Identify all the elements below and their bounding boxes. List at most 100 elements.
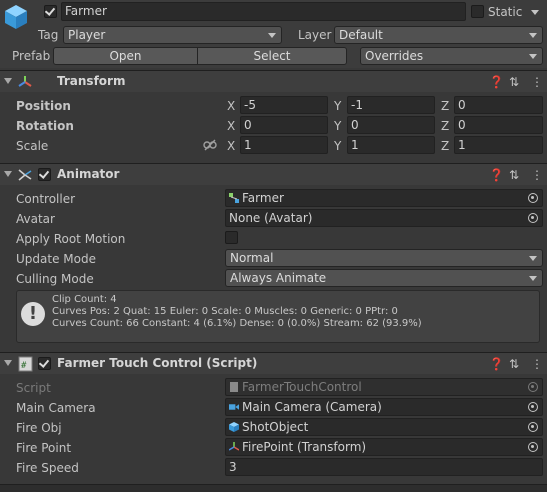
more-menu-icon[interactable]: ⋮ bbox=[531, 75, 543, 89]
prefab-select-button[interactable]: Select bbox=[197, 47, 347, 65]
animator-info-box: ! Clip Count: 4 Curves Pos: 2 Quat: 15 E… bbox=[16, 290, 540, 343]
static-checkbox[interactable] bbox=[471, 5, 484, 18]
main-camera-value: Main Camera (Camera) bbox=[242, 400, 382, 414]
transform-header[interactable]: Transform ❓ ⇅ ⋮ bbox=[0, 70, 547, 92]
scale-z-axis[interactable]: Z bbox=[441, 138, 449, 154]
position-label: Position bbox=[16, 99, 71, 113]
active-checkbox[interactable] bbox=[44, 5, 57, 18]
fire-point-field[interactable]: FirePoint (Transform) bbox=[225, 438, 543, 456]
main-camera-label: Main Camera bbox=[16, 401, 96, 415]
prefab-open-button[interactable]: Open bbox=[53, 47, 198, 65]
rotation-z-input[interactable]: 0 bbox=[454, 116, 543, 134]
avatar-field[interactable]: None (Avatar) bbox=[225, 209, 543, 227]
fire-obj-label: Fire Obj bbox=[16, 421, 62, 435]
rotation-y-axis[interactable]: Y bbox=[334, 118, 341, 134]
gameobject-header: Farmer Static Tag Player Layer Default P… bbox=[0, 0, 547, 68]
help-line-curves-pos: Curves Pos: 2 Quat: 15 Euler: 0 Scale: 0… bbox=[52, 306, 398, 317]
static-dropdown-arrow[interactable] bbox=[531, 10, 539, 15]
animator-header[interactable]: Animator ❓ ⇅ ⋮ bbox=[0, 163, 547, 185]
update-mode-label: Update Mode bbox=[16, 252, 96, 266]
layer-dropdown[interactable]: Default bbox=[334, 26, 543, 44]
camera-icon bbox=[229, 404, 239, 410]
layer-value: Default bbox=[339, 28, 383, 42]
rotation-label: Rotation bbox=[16, 119, 74, 133]
help-line-curves-count: Curves Count: 66 Constant: 4 (6.1%) Dens… bbox=[52, 318, 422, 329]
rotation-z-axis[interactable]: Z bbox=[441, 118, 449, 134]
avatar-label: Avatar bbox=[16, 212, 55, 226]
script-component-header[interactable]: # Farmer Touch Control (Script) ❓ ⇅ ⋮ bbox=[0, 352, 547, 374]
overrides-label: Overrides bbox=[365, 49, 424, 63]
apply-root-motion-checkbox[interactable] bbox=[225, 231, 238, 244]
prefab-label: Prefab bbox=[12, 49, 51, 63]
apply-root-motion-label: Apply Root Motion bbox=[16, 232, 126, 246]
object-picker-icon[interactable] bbox=[528, 193, 538, 203]
fold-arrow-icon[interactable] bbox=[4, 360, 12, 366]
transform-icon bbox=[18, 76, 32, 87]
scale-y-input[interactable]: 1 bbox=[347, 136, 435, 154]
scale-x-input[interactable]: 1 bbox=[240, 136, 328, 154]
object-picker-icon[interactable] bbox=[528, 402, 538, 412]
position-z-axis[interactable]: Z bbox=[441, 98, 449, 114]
script-value: FarmerTouchControl bbox=[242, 380, 362, 394]
culling-mode-dropdown[interactable]: Always Animate bbox=[225, 269, 543, 287]
overrides-dropdown[interactable]: Overrides bbox=[360, 47, 543, 65]
object-name-input[interactable]: Farmer bbox=[61, 2, 466, 21]
update-mode-dropdown[interactable]: Normal bbox=[225, 249, 543, 267]
rotation-y-input[interactable]: 0 bbox=[347, 116, 435, 134]
presets-icon[interactable]: ⇅ bbox=[509, 168, 519, 182]
tag-value: Player bbox=[68, 28, 106, 42]
culling-mode-value: Always Animate bbox=[230, 271, 327, 285]
culling-mode-label: Culling Mode bbox=[16, 272, 94, 286]
rotation-x-input[interactable]: 0 bbox=[240, 116, 328, 134]
link-icon[interactable] bbox=[203, 139, 217, 151]
fold-arrow-icon[interactable] bbox=[4, 78, 12, 84]
controller-field[interactable]: Farmer bbox=[225, 189, 543, 207]
controller-value: Farmer bbox=[242, 191, 284, 205]
main-camera-field[interactable]: Main Camera (Camera) bbox=[225, 398, 543, 416]
script-component-title: Farmer Touch Control (Script) bbox=[57, 356, 258, 370]
presets-icon[interactable]: ⇅ bbox=[509, 75, 519, 89]
svg-text:#: # bbox=[21, 361, 27, 371]
position-x-input[interactable]: -5 bbox=[240, 96, 328, 114]
animator-enabled-checkbox[interactable] bbox=[38, 168, 51, 181]
script-enabled-checkbox[interactable] bbox=[38, 357, 51, 370]
prefab-icon bbox=[229, 422, 239, 432]
more-menu-icon[interactable]: ⋮ bbox=[531, 168, 543, 182]
cube-icon bbox=[5, 5, 27, 29]
fire-point-value: FirePoint (Transform) bbox=[242, 440, 367, 454]
transform-icon bbox=[229, 442, 239, 451]
update-mode-value: Normal bbox=[230, 251, 274, 265]
help-icon[interactable]: ❓ bbox=[489, 357, 504, 371]
animator-title: Animator bbox=[57, 167, 120, 181]
presets-icon[interactable]: ⇅ bbox=[509, 357, 519, 371]
help-icon[interactable]: ❓ bbox=[489, 168, 504, 182]
tag-dropdown[interactable]: Player bbox=[63, 26, 282, 44]
object-picker-icon[interactable] bbox=[528, 422, 538, 432]
position-y-input[interactable]: -1 bbox=[347, 96, 435, 114]
scale-z-input[interactable]: 1 bbox=[454, 136, 543, 154]
help-icon[interactable]: ❓ bbox=[489, 75, 504, 89]
more-menu-icon[interactable]: ⋮ bbox=[531, 357, 543, 371]
script-label: Script bbox=[16, 381, 51, 395]
object-picker-icon[interactable] bbox=[528, 442, 538, 452]
scale-y-axis[interactable]: Y bbox=[334, 138, 341, 154]
scale-label: Scale bbox=[16, 139, 49, 153]
position-x-axis[interactable]: X bbox=[227, 98, 235, 114]
fire-obj-field[interactable]: ShotObject bbox=[225, 418, 543, 436]
position-z-input[interactable]: 0 bbox=[454, 96, 543, 114]
fire-point-label: Fire Point bbox=[16, 441, 72, 455]
object-picker-icon bbox=[528, 382, 538, 392]
object-picker-icon[interactable] bbox=[528, 213, 538, 223]
rotation-x-axis[interactable]: X bbox=[227, 118, 235, 134]
layer-label: Layer bbox=[298, 28, 332, 42]
fire-speed-input[interactable]: 3 bbox=[225, 458, 543, 476]
help-line-clip-count: Clip Count: 4 bbox=[52, 294, 117, 305]
animator-icon bbox=[18, 169, 32, 181]
avatar-value: None (Avatar) bbox=[229, 211, 313, 225]
fire-obj-value: ShotObject bbox=[242, 420, 309, 434]
tag-label: Tag bbox=[38, 28, 59, 42]
scale-x-axis[interactable]: X bbox=[227, 138, 235, 154]
fold-arrow-icon[interactable] bbox=[4, 171, 12, 177]
position-y-axis[interactable]: Y bbox=[334, 98, 341, 114]
script-field: FarmerTouchControl bbox=[225, 378, 543, 396]
